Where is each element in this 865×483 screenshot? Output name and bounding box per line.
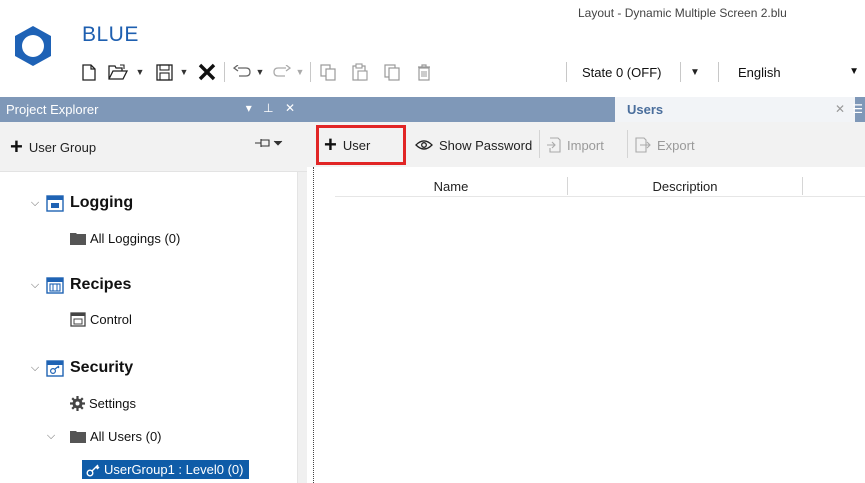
main-toolbar: ▼ ▼ ▼ ▼ State 0 (OFF) ▼ English ▼ [78,58,865,86]
state-select-value: State 0 (OFF) [582,64,662,80]
add-user-label: User [342,137,371,153]
tab-menu-icon[interactable]: ☰ [852,102,863,116]
grid-header-row: Name Description [335,175,865,197]
tab-users[interactable]: Users ✕ [615,97,855,122]
project-explorer-toolbar: + User Group [0,122,307,172]
redo-dropdown-icon[interactable]: ▼ [294,58,306,86]
delete-icon[interactable] [412,58,436,86]
import-label: Import [567,137,604,153]
undo-dropdown-icon[interactable]: ▼ [254,58,266,86]
app-logo-icon [15,26,51,66]
import-icon [547,137,561,153]
security-icon [46,359,64,377]
tree-label-logging: Logging [70,194,134,211]
tree-label-recipes: Recipes [70,276,132,293]
toolbar-separator [566,62,567,82]
open-folder-icon[interactable] [106,58,130,86]
toolbar-separator [627,130,628,158]
export-icon [635,137,651,153]
toolbar-separator [718,62,719,82]
state-dropdown-icon[interactable]: ▼ [682,60,708,84]
tab-users-label: Users [627,102,664,117]
chevron-down-icon[interactable]: ⌵ [28,279,42,292]
close-icon[interactable] [194,58,220,86]
paste-icon[interactable] [348,58,372,86]
new-file-icon[interactable] [78,58,100,86]
tree-node-control[interactable]: Control [70,312,132,327]
tree-label-all-loggings: All Loggings (0) [90,231,181,246]
toolbar-separator [539,130,540,158]
gear-icon [70,396,85,411]
chevron-down-icon[interactable]: ⌵ [28,362,42,375]
grid-dotted-border [313,167,314,483]
ribbon-area: BLUE Layout - Dynamic Multiple Screen 2.… [0,0,865,88]
save-dropdown-icon[interactable]: ▼ [178,58,190,86]
column-header-name[interactable]: Name [335,175,567,197]
key-icon [86,464,100,476]
import-button[interactable]: Import [547,134,604,156]
show-password-label: Show Password [439,137,533,153]
tree-label-all-users: All Users (0) [90,429,162,444]
tree-node-all-loggings[interactable]: All Loggings (0) [70,231,180,246]
duplicate-icon[interactable] [380,58,404,86]
language-dropdown-icon[interactable]: ▼ [849,66,859,77]
column-header-description[interactable]: Description [568,175,802,197]
app-brand: BLUE [82,23,139,46]
state-select[interactable]: State 0 (OFF) [578,60,682,84]
tree-node-logging[interactable]: ⌵ Logging [28,194,133,212]
show-password-button[interactable]: Show Password [415,134,532,156]
tree-node-usergroup1[interactable]: UserGroup1 : Level0 (0) [82,460,250,479]
close-icon[interactable]: ✕ [835,102,845,116]
add-user-group-button[interactable]: + User Group [10,134,96,160]
tree-node-recipes[interactable]: ⌵ Recipes [28,276,131,294]
users-toolbar: + User Show Password Import Export [307,122,865,167]
copy-icon[interactable] [316,58,340,86]
toolbar-separator [224,62,225,82]
document-tabstrip: Users ✕ ☰ [307,97,865,122]
eye-icon [415,140,433,150]
export-button[interactable]: Export [635,134,695,156]
users-grid: Name Description [307,167,865,483]
chevron-down-icon[interactable]: ⌵ [44,430,58,443]
add-user-group-label: User Group [28,139,97,155]
tree-node-security[interactable]: ⌵ Security [28,359,133,377]
panel-options-icon[interactable]: ▾ ⊥ ✕ [246,101,299,115]
tree-label-settings: Settings [89,396,136,411]
language-select[interactable]: English ▼ [730,60,865,84]
plus-icon: + [324,132,337,157]
redo-icon[interactable] [270,58,294,86]
tree-scrollbar[interactable] [297,172,307,483]
tree-label-usergroup1: UserGroup1 : Level0 (0) [104,462,244,477]
toolbar-separator [310,62,311,82]
export-label: Export [657,137,695,153]
tree-node-all-users[interactable]: ⌵ All Users (0) [44,429,162,444]
save-icon[interactable] [152,58,176,86]
project-explorer-header: Project Explorer ▾ ⊥ ✕ [0,97,307,122]
tree-label-security: Security [70,359,134,376]
pin-dropdown-icon[interactable] [254,137,284,152]
open-dropdown-icon[interactable]: ▼ [134,58,146,86]
project-explorer-title: Project Explorer [6,102,99,117]
undo-icon[interactable] [230,58,254,86]
tree-node-settings[interactable]: Settings [70,396,136,411]
add-user-button[interactable]: + User [316,125,406,165]
recipes-icon [46,276,64,294]
chevron-down-icon[interactable]: ⌵ [28,197,42,210]
folder-icon [70,233,86,245]
column-divider[interactable] [802,177,803,195]
control-icon [70,312,86,327]
language-select-value: English [738,64,781,80]
project-tree: ⌵ Logging All Loggings (0) ⌵ Recipes Con… [0,172,297,483]
plus-icon: + [10,134,23,159]
window-title: Layout - Dynamic Multiple Screen 2.blu [578,6,787,20]
logging-icon [46,194,64,212]
tree-label-control: Control [90,312,132,327]
toolbar-separator [680,62,681,82]
folder-icon [70,431,86,443]
